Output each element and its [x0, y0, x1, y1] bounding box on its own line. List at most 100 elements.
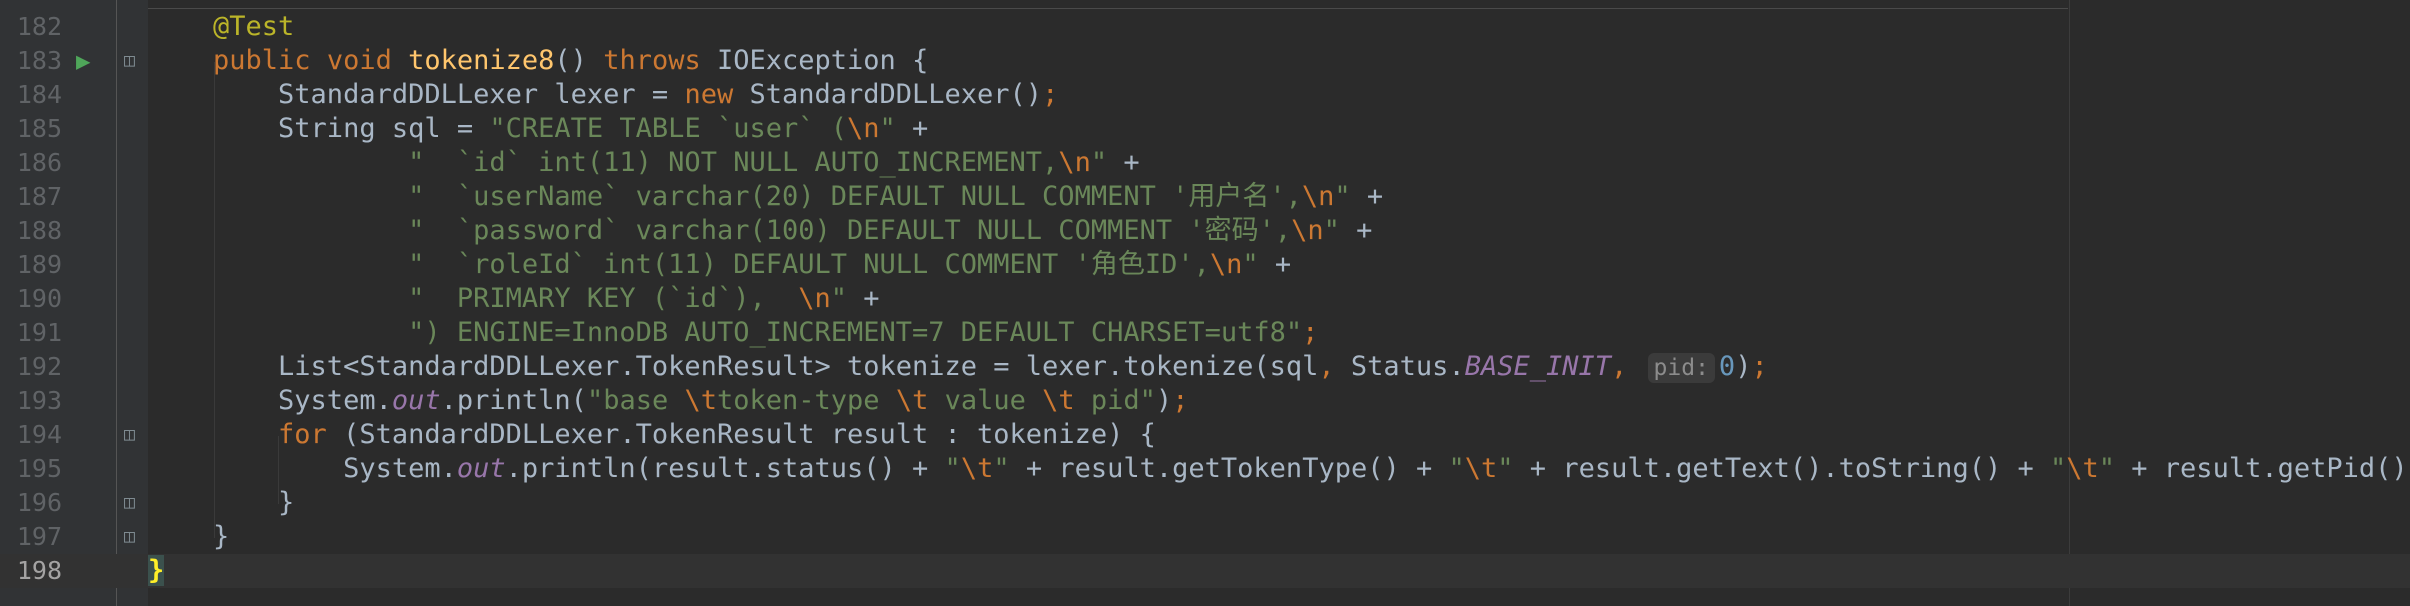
- code-line[interactable]: 189 " `roleId` int(11) DEFAULT NULL COMM…: [0, 248, 2410, 282]
- code-line[interactable]: 183 public void tokenize8() throws IOExc…: [0, 44, 2410, 78]
- code-token: System.: [148, 385, 392, 416]
- code-token: BASE_INIT: [1464, 351, 1612, 382]
- code-text[interactable]: System.out.println(result.status() + "\t…: [148, 452, 2410, 486]
- line-number: 183: [16, 46, 62, 75]
- line-number: 198: [16, 556, 62, 585]
- code-token: ": [1497, 453, 1514, 484]
- code-token: ": [830, 283, 848, 314]
- code-token: ;: [1751, 351, 1768, 382]
- line-number: 189: [16, 250, 62, 279]
- code-token: " `password` varchar(100) DEFAULT NULL C…: [408, 215, 1292, 246]
- code-token: \t: [1464, 453, 1498, 484]
- line-number: 188: [16, 216, 62, 245]
- code-line[interactable]: 197 }: [0, 520, 2410, 554]
- code-token: IOException {: [717, 45, 929, 76]
- parameter-hint: pid:: [1647, 353, 1715, 383]
- code-token: +: [847, 283, 880, 314]
- code-line[interactable]: 196 }: [0, 486, 2410, 520]
- code-token: out: [456, 453, 506, 484]
- code-line[interactable]: 186 " `id` int(11) NOT NULL AUTO_INCREME…: [0, 146, 2410, 180]
- line-number: 182: [16, 12, 62, 41]
- code-text[interactable]: String sql = "CREATE TABLE `user` (\n" +: [148, 112, 928, 146]
- code-token: .println(result.status() +: [505, 453, 945, 484]
- code-token: new: [684, 79, 750, 110]
- code-text[interactable]: " `id` int(11) NOT NULL AUTO_INCREMENT,\…: [148, 146, 1140, 180]
- code-token: StandardDDLLexer(): [749, 79, 1043, 110]
- code-token: ;: [1302, 317, 1319, 348]
- code-line[interactable]: 194 for (StandardDDLLexer.TokenResult re…: [0, 418, 2410, 452]
- code-token: ,: [1611, 351, 1644, 382]
- code-line[interactable]: 193 System.out.println("base \ttoken-typ…: [0, 384, 2410, 418]
- code-token: @Test: [213, 11, 295, 42]
- code-token: "CREATE TABLE `user` (: [489, 113, 847, 144]
- code-token: Status.: [1350, 351, 1465, 382]
- code-text[interactable]: for (StandardDDLLexer.TokenResult result…: [148, 418, 1156, 452]
- code-token: \n: [1301, 181, 1335, 212]
- code-token: 0: [1718, 351, 1736, 382]
- code-token: +: [1350, 181, 1384, 212]
- code-text[interactable]: " PRIMARY KEY (`id`), \n" +: [148, 282, 880, 316]
- code-token: \n: [1058, 147, 1091, 178]
- code-line[interactable]: 191 ") ENGINE=InnoDB AUTO_INCREMENT=7 DE…: [0, 316, 2410, 350]
- code-line[interactable]: 192 List<StandardDDLLexer.TokenResult> t…: [0, 350, 2410, 384]
- code-token: ): [1155, 385, 1173, 416]
- line-number: 186: [16, 148, 62, 177]
- code-line[interactable]: 185 String sql = "CREATE TABLE `user` (\…: [0, 112, 2410, 146]
- code-token: ": [1334, 181, 1351, 212]
- code-text[interactable]: " `userName` varchar(20) DEFAULT NULL CO…: [148, 180, 1383, 214]
- code-token: value: [928, 385, 1043, 416]
- line-number: 184: [16, 80, 62, 109]
- code-token: }: [148, 555, 165, 586]
- code-text[interactable]: ") ENGINE=InnoDB AUTO_INCREMENT=7 DEFAUL…: [148, 316, 1318, 350]
- code-text[interactable]: public void tokenize8() throws IOExcepti…: [148, 44, 928, 78]
- code-token: + result.getPid()): [2115, 453, 2410, 484]
- code-token: System.: [148, 453, 457, 484]
- code-line[interactable]: 182 @Test: [0, 10, 2410, 44]
- code-token: "base: [586, 385, 685, 416]
- code-token: " PRIMARY KEY (`id`),: [408, 283, 799, 314]
- code-token: \n: [1291, 215, 1324, 246]
- code-line[interactable]: 188 " `password` varchar(100) DEFAULT NU…: [0, 214, 2410, 248]
- line-number: 194: [16, 420, 62, 449]
- code-token: \t: [895, 385, 929, 416]
- code-editor[interactable]: ▶ ◫ ◫ ◫ ◫ 182 @Test 183 public void token…: [0, 0, 2410, 606]
- code-token: .println(: [440, 385, 587, 416]
- code-token: ;: [1172, 385, 1189, 416]
- code-text[interactable]: StandardDDLLexer lexer = new StandardDDL…: [148, 78, 1058, 112]
- code-token: List<StandardDDLLexer.TokenResult> token…: [148, 351, 1319, 382]
- line-number: 191: [16, 318, 62, 347]
- code-token: ": [1090, 147, 1108, 178]
- code-token: \t: [684, 385, 717, 416]
- code-text[interactable]: }: [148, 554, 165, 588]
- code-line[interactable]: 195 System.out.println(result.status() +…: [0, 452, 2410, 486]
- line-number: 195: [16, 454, 62, 483]
- code-text[interactable]: " `roleId` int(11) DEFAULT NULL COMMENT …: [148, 248, 1291, 282]
- code-token: ": [2049, 453, 2067, 484]
- code-token: ": [1448, 453, 1465, 484]
- code-line[interactable]: 190 " PRIMARY KEY (`id`), \n" +: [0, 282, 2410, 316]
- code-token: }: [148, 487, 295, 518]
- code-text[interactable]: List<StandardDDLLexer.TokenResult> token…: [148, 350, 1768, 384]
- code-text[interactable]: @Test: [148, 10, 294, 44]
- code-token: +: [1339, 215, 1373, 246]
- code-token: ") ENGINE=InnoDB AUTO_INCREMENT=7 DEFAUL…: [408, 317, 1303, 348]
- code-token: " `roleId` int(11) DEFAULT NULL COMMENT …: [408, 249, 1210, 280]
- code-text[interactable]: }: [148, 486, 294, 520]
- code-line[interactable]: 187 " `userName` varchar(20) DEFAULT NUL…: [0, 180, 2410, 214]
- code-text[interactable]: }: [148, 520, 229, 554]
- code-token: \n: [847, 113, 880, 144]
- code-text[interactable]: " `password` varchar(100) DEFAULT NULL C…: [148, 214, 1372, 248]
- code-token: +: [1258, 249, 1292, 280]
- code-text[interactable]: System.out.println("base \ttoken-type \t…: [148, 384, 1188, 418]
- code-token: \t: [2066, 453, 2099, 484]
- code-line[interactable]: 184 StandardDDLLexer lexer = new Standar…: [0, 78, 2410, 112]
- code-line[interactable]: 198}: [0, 554, 2410, 588]
